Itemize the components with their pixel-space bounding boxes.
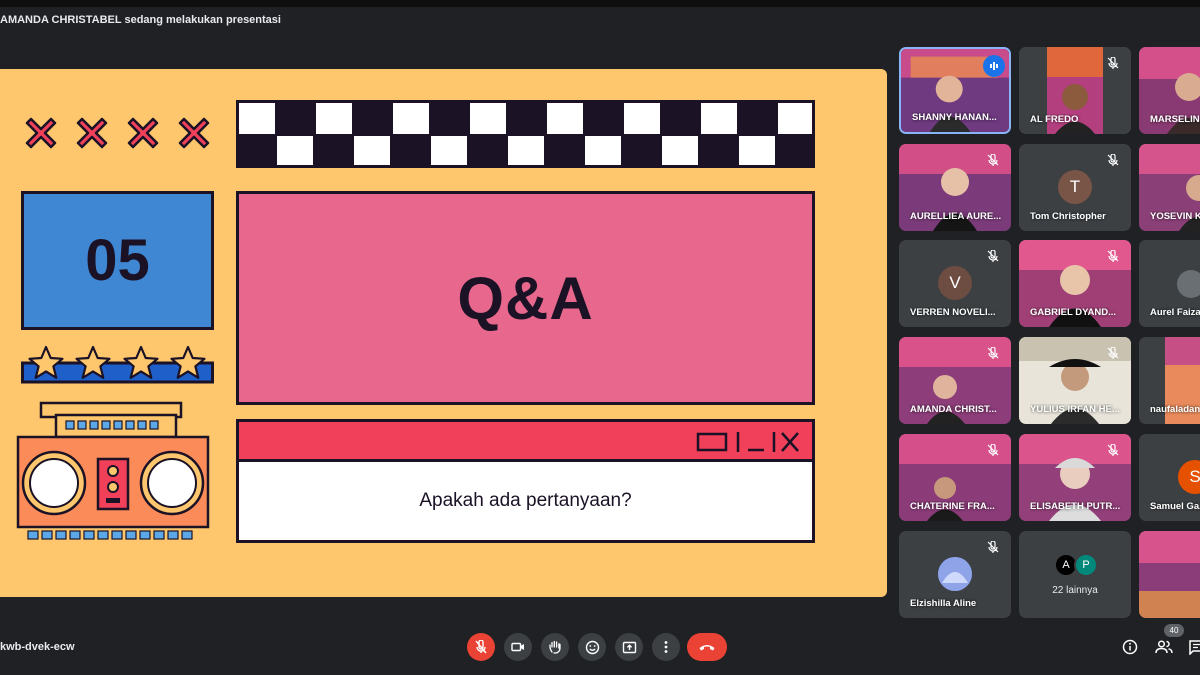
- participant-tile[interactable]: YULIUS IRFAN HE...: [1019, 337, 1131, 424]
- microphone-off-icon: [1107, 250, 1119, 262]
- camera-icon: [511, 642, 524, 652]
- video-feed: [1139, 531, 1200, 618]
- window-title-bar: [239, 422, 812, 462]
- avatar: S: [1178, 460, 1200, 494]
- microphone-off-icon: [475, 640, 487, 654]
- avatar: T: [1058, 170, 1092, 204]
- participant-tile[interactable]: S Samuel Ga...: [1139, 434, 1200, 521]
- slide-title: Q&A: [457, 264, 594, 332]
- emoji-icon: [585, 640, 599, 654]
- participant-tile[interactable]: V VERREN NOVELI...: [899, 240, 1011, 327]
- microphone-off-icon: [1107, 154, 1119, 166]
- presented-slide: 05 Q&A Apakah ada pertanyaan?: [0, 69, 887, 597]
- x-mark-icon: [127, 117, 159, 149]
- raise-hand-icon: [549, 640, 561, 654]
- x-mark-icon: [76, 117, 108, 149]
- participant-name: Samuel Ga...: [1150, 501, 1200, 512]
- avatar: V: [938, 266, 972, 300]
- participant-tile[interactable]: YOSEVIN K...: [1139, 144, 1200, 231]
- microphone-off-icon: [987, 347, 999, 359]
- chat-icon: [1189, 640, 1200, 655]
- microphone-off-icon: [1107, 444, 1119, 456]
- microphone-off-icon: [987, 250, 999, 262]
- question-text: Apakah ada pertanyaan?: [419, 490, 632, 511]
- avatar: [938, 557, 972, 591]
- end-call-button[interactable]: [687, 633, 727, 661]
- microphone-off-icon: [987, 541, 999, 553]
- present-now-button[interactable]: [615, 633, 643, 661]
- camera-toggle-button[interactable]: [504, 633, 532, 661]
- participant-name: MARSELIN...: [1150, 114, 1200, 125]
- x-mark-icon: [178, 117, 210, 149]
- more-options-button[interactable]: [652, 633, 680, 661]
- speaking-indicator-icon: [983, 55, 1005, 77]
- participant-tile[interactable]: MARSELIN...: [1139, 47, 1200, 134]
- participant-name: Tom Christopher: [1030, 211, 1106, 222]
- participant-tile[interactable]: ELISABETH PUTR...: [1019, 434, 1131, 521]
- meeting-code: kwb-dvek-ecw: [0, 641, 75, 653]
- participant-tile[interactable]: AL FREDO: [1019, 47, 1131, 134]
- end-call-icon: [699, 645, 715, 651]
- more-participants-tile[interactable]: A P 22 lainnya: [1019, 531, 1131, 618]
- checkerboard-banner: [236, 100, 815, 168]
- participant-tile[interactable]: CHATERINE FRA...: [899, 434, 1011, 521]
- chat-button[interactable]: [1186, 637, 1200, 657]
- qa-title-box: Q&A: [236, 191, 815, 405]
- participant-name: AMANDA CHRIST...: [910, 404, 997, 415]
- participant-name: VERREN NOVELI...: [910, 307, 996, 318]
- microphone-off-icon: [987, 154, 999, 166]
- meet-window: AMANDA CHRISTABEL sedang melakukan prese…: [0, 0, 1200, 675]
- participant-tile[interactable]: T Tom Christopher: [1019, 144, 1131, 231]
- participant-name: Elzishilla Aline: [910, 598, 977, 609]
- microphone-off-icon: [987, 444, 999, 456]
- present-screen-icon: [622, 641, 636, 653]
- participant-name: YOSEVIN K...: [1150, 211, 1200, 222]
- more-participants-avatars: A P: [1054, 553, 1100, 577]
- participant-name: CHATERINE FRA...: [910, 501, 995, 512]
- microphone-off-icon: [1107, 57, 1119, 69]
- presenting-banner: AMANDA CHRISTABEL sedang melakukan prese…: [0, 14, 281, 26]
- window-controls-icon: [696, 432, 799, 452]
- participant-tile[interactable]: Aurel Faiza...: [1139, 240, 1200, 327]
- participant-tile[interactable]: GABRIEL DYAND...: [1019, 240, 1131, 327]
- participant-name: GABRIEL DYAND...: [1030, 307, 1117, 318]
- participant-name: SHANNY HANAN...: [912, 112, 997, 123]
- microphone-toggle-button[interactable]: [467, 633, 495, 661]
- participant-name: Aurel Faiza...: [1150, 307, 1200, 318]
- raise-hand-button[interactable]: [541, 633, 569, 661]
- x-mark-icon: [25, 117, 57, 149]
- more-participants-label: 22 lainnya: [1052, 585, 1098, 596]
- boombox-icon: [16, 401, 210, 540]
- microphone-off-icon: [1107, 347, 1119, 359]
- self-view-tile[interactable]: [1139, 531, 1200, 618]
- star-rating-strip: [21, 345, 214, 384]
- participant-tile[interactable]: AMANDA CHRIST...: [899, 337, 1011, 424]
- meeting-details-button[interactable]: [1120, 637, 1140, 657]
- bottom-control-bar: kwb-dvek-ecw 40: [0, 624, 1200, 675]
- participant-name: AL FREDO: [1030, 114, 1079, 125]
- participants-button[interactable]: [1154, 637, 1174, 657]
- participant-name: ELISABETH PUTR...: [1030, 501, 1121, 512]
- participant-tile[interactable]: SHANNY HANAN...: [899, 47, 1011, 134]
- info-icon: [1122, 639, 1138, 655]
- question-window: Apakah ada pertanyaan?: [236, 419, 815, 543]
- top-bar: AMANDA CHRISTABEL sedang melakukan prese…: [0, 0, 1200, 38]
- participant-name: AURELLIEA AURE...: [910, 211, 1002, 222]
- section-number-box: 05: [21, 191, 214, 330]
- avatar: P: [1074, 553, 1098, 577]
- participant-count-badge: 40: [1164, 624, 1184, 637]
- participant-name: naufaladan...: [1150, 404, 1200, 415]
- participant-tile[interactable]: AURELLIEA AURE...: [899, 144, 1011, 231]
- section-number: 05: [85, 228, 150, 293]
- more-options-icon: [664, 641, 668, 653]
- participant-tile[interactable]: naufaladan...: [1139, 337, 1200, 424]
- participant-name: YULIUS IRFAN HE...: [1030, 404, 1120, 415]
- participant-tile[interactable]: Elzishilla Aline: [899, 531, 1011, 618]
- people-icon: [1155, 640, 1173, 654]
- emoji-reactions-button[interactable]: [578, 633, 606, 661]
